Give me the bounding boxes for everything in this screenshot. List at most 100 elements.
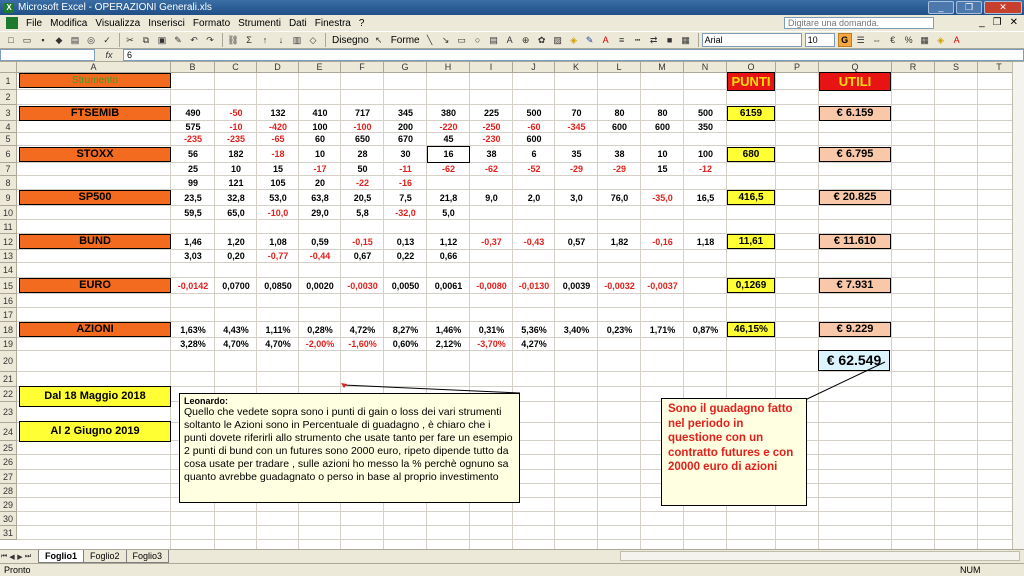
row-header[interactable]: 5 — [0, 133, 17, 146]
table-cell[interactable]: -52 — [513, 164, 555, 175]
forme-menu-button[interactable]: Forme — [388, 35, 423, 46]
table-cell[interactable]: 65,0 — [215, 208, 257, 219]
table-cell[interactable]: -29 — [598, 164, 641, 175]
table-cell[interactable]: -0,0080 — [470, 281, 513, 292]
menu-modifica[interactable]: Modifica — [46, 18, 91, 29]
picture-icon[interactable]: ▨ — [551, 33, 565, 47]
table-cell[interactable]: 1,46% — [427, 325, 470, 336]
textbox-icon[interactable]: ▤ — [487, 33, 501, 47]
table-cell[interactable]: -0,77 — [257, 251, 299, 262]
table-cell[interactable]: 4,72% — [341, 325, 384, 336]
undo-icon[interactable]: ↶ — [187, 33, 201, 47]
table-cell[interactable]: 600 — [598, 122, 641, 133]
profit-note[interactable]: Sono il guadagno fatto nel periodo in qu… — [661, 398, 807, 506]
table-cell[interactable]: 1,63% — [171, 325, 215, 336]
table-cell[interactable]: 23,5 — [171, 193, 215, 204]
table-cell[interactable]: -32,0 — [384, 208, 427, 219]
row-header[interactable]: 18 — [0, 322, 17, 338]
table-cell[interactable]: -420 — [257, 122, 299, 133]
table-cell[interactable]: 76,0 — [598, 193, 641, 204]
table-cell[interactable]: 56 — [171, 149, 215, 160]
print-preview-icon[interactable]: ◎ — [84, 33, 98, 47]
table-cell[interactable]: 5,0 — [427, 208, 470, 219]
table-cell[interactable]: -250 — [470, 122, 513, 133]
table-cell[interactable]: -12 — [684, 164, 727, 175]
table-cell[interactable]: -0,43 — [513, 237, 555, 248]
table-cell[interactable]: 225 — [470, 108, 513, 119]
table-cell[interactable]: 200 — [384, 122, 427, 133]
workbook-restore-icon[interactable]: ❐ — [993, 17, 1002, 28]
open-icon[interactable]: ▭ — [20, 33, 34, 47]
table-cell[interactable]: 0,22 — [384, 251, 427, 262]
row-header[interactable]: 8 — [0, 176, 17, 190]
table-cell[interactable]: 60 — [299, 134, 341, 145]
table-cell[interactable]: -235 — [215, 134, 257, 145]
table-cell[interactable]: 0,0700 — [215, 281, 257, 292]
3d-icon[interactable]: ▦ — [679, 33, 693, 47]
cut-icon[interactable]: ✂ — [123, 33, 137, 47]
table-cell[interactable]: -29 — [555, 164, 598, 175]
table-cell[interactable]: 100 — [299, 122, 341, 133]
table-cell[interactable]: 29,0 — [299, 208, 341, 219]
first-sheet-icon[interactable]: ⏮ — [0, 553, 8, 561]
close-icon[interactable]: ✕ — [984, 1, 1022, 14]
format-painter-icon[interactable]: ✎ — [171, 33, 185, 47]
row-header[interactable]: 24 — [0, 423, 17, 441]
column-header[interactable]: C — [215, 62, 257, 73]
column-header[interactable]: H — [427, 62, 470, 73]
column-header[interactable]: N — [684, 62, 727, 73]
row-header[interactable]: 2 — [0, 90, 17, 105]
ask-question-input[interactable]: Digitare una domanda. — [784, 17, 934, 29]
row-header[interactable]: 29 — [0, 498, 17, 512]
row-header[interactable]: 20 — [0, 351, 17, 372]
line-style-icon[interactable]: ≡ — [615, 33, 629, 47]
table-cell[interactable]: 3,03 — [171, 251, 215, 262]
table-cell[interactable]: 0,28% — [299, 325, 341, 336]
redo-icon[interactable]: ↷ — [203, 33, 217, 47]
menu-strumenti[interactable]: Strumenti — [234, 18, 285, 29]
table-cell[interactable]: 1,46 — [171, 237, 215, 248]
row-header[interactable]: 15 — [0, 278, 17, 294]
row-header[interactable]: 22 — [0, 387, 17, 402]
menu-inserisci[interactable]: Inserisci — [144, 18, 189, 29]
table-cell[interactable]: 350 — [684, 122, 727, 133]
table-cell[interactable]: 600 — [513, 134, 555, 145]
drawing-icon[interactable]: ◇ — [306, 33, 320, 47]
table-cell[interactable]: 1,71% — [641, 325, 684, 336]
font-color-2-icon[interactable]: A — [950, 33, 964, 47]
row-header[interactable]: 21 — [0, 372, 17, 387]
table-cell[interactable]: 45 — [427, 134, 470, 145]
align-left-icon[interactable]: ☰ — [854, 33, 868, 47]
table-cell[interactable]: 182 — [215, 149, 257, 160]
table-cell[interactable]: 99 — [171, 178, 215, 189]
row-header[interactable]: 9 — [0, 190, 17, 206]
table-cell[interactable]: 3,28% — [171, 339, 215, 350]
permission-icon[interactable]: ◆ — [52, 33, 66, 47]
table-cell[interactable]: 0,0850 — [257, 281, 299, 292]
font-name-select[interactable]: Arial — [701, 33, 802, 47]
table-cell[interactable]: 121 — [215, 178, 257, 189]
table-cell[interactable]: 21,8 — [427, 193, 470, 204]
paste-icon[interactable]: ▣ — [155, 33, 169, 47]
table-cell[interactable]: 2,0 — [513, 193, 555, 204]
row-header[interactable]: 17 — [0, 308, 17, 322]
table-cell[interactable]: 0,66 — [427, 251, 470, 262]
print-icon[interactable]: ▤ — [68, 33, 82, 47]
row-header[interactable]: 3 — [0, 105, 17, 121]
cell-comment[interactable]: Leonardo: Quello che vedete sopra sono i… — [179, 393, 520, 503]
row-header[interactable]: 30 — [0, 512, 17, 526]
table-cell[interactable]: 10 — [299, 149, 341, 160]
column-header[interactable]: M — [641, 62, 684, 73]
row-header[interactable]: 13 — [0, 250, 17, 263]
table-cell[interactable]: -50 — [215, 108, 257, 119]
column-header[interactable]: P — [776, 62, 819, 73]
table-cell[interactable]: -345 — [555, 122, 598, 133]
select-all-corner[interactable] — [0, 62, 17, 73]
menu-formato[interactable]: Formato — [189, 18, 234, 29]
table-cell[interactable]: 4,27% — [513, 339, 555, 350]
hyperlink-icon[interactable]: ⛓ — [226, 33, 240, 47]
table-cell[interactable]: -18 — [257, 149, 299, 160]
table-cell[interactable]: 15 — [641, 164, 684, 175]
horizontal-scrollbar[interactable] — [620, 551, 1020, 561]
column-header[interactable]: K — [555, 62, 598, 73]
